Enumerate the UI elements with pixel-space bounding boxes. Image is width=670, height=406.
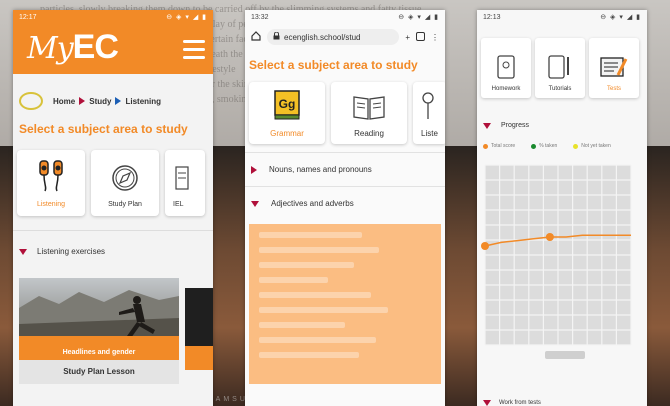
tile-homework[interactable]: Homework: [481, 38, 531, 98]
compass-icon: [110, 163, 140, 195]
phone-myec-listening: 12:17 ⊖ ◈ ▾ ◢ ▮ MyEC Home Study Listenin…: [13, 10, 213, 406]
breadcrumb: Home Study Listening: [13, 74, 213, 110]
card-label: Listening: [36, 201, 66, 208]
headphones-icon: [421, 91, 435, 123]
tablet-icon: [497, 55, 515, 81]
listening-exercises-toggle[interactable]: Listening exercises: [13, 230, 213, 264]
more-options-icon[interactable]: ⋮: [431, 33, 439, 42]
legend-taken: % taken: [531, 143, 557, 149]
video-thumbnail-next[interactable]: [185, 288, 213, 370]
progress-label: Progress: [501, 122, 530, 129]
chevron-right-icon: [79, 97, 86, 105]
card-label: IEL: [173, 201, 184, 208]
exercises-label: Listening exercises: [37, 247, 106, 256]
lesson-list-panel: [249, 224, 441, 384]
app-header: MyEC: [13, 24, 213, 74]
chart-legend: Total score % taken Not yet taken: [477, 135, 647, 157]
accordion-label: Nouns, names and pronouns: [269, 165, 372, 174]
card-label: Study Plan: [108, 201, 142, 208]
subject-card-grammar[interactable]: Gg Grammar: [249, 82, 325, 144]
bottom-label: Work from tests: [499, 400, 541, 406]
breadcrumb-listening: Listening: [125, 96, 162, 106]
data-point[interactable]: [545, 233, 554, 241]
subject-card-ielts[interactable]: IEL: [165, 150, 205, 216]
accordion-label: Adjectives and adverbs: [271, 199, 354, 208]
status-time: 12:17: [19, 13, 37, 21]
subject-cards: Gg Grammar Reading Liste: [245, 80, 445, 152]
tablet-pencil-icon: [548, 55, 572, 81]
status-time: 12:13: [483, 13, 501, 21]
progress-chart: [481, 164, 632, 359]
myec-logo[interactable]: MyEC: [27, 28, 119, 67]
subject-card-reading[interactable]: Reading: [331, 82, 407, 144]
accordion-adjectives[interactable]: Adjectives and adverbs: [245, 186, 445, 220]
new-tab-icon[interactable]: +: [405, 33, 410, 42]
study-tiles: Homework Tutorials Tests: [477, 24, 647, 104]
status-bar: 13:32 ⊖ ◈ ▾ ◢ ▮: [245, 10, 445, 24]
subject-card-listening[interactable]: Listening: [17, 150, 85, 216]
home-icon[interactable]: [251, 31, 261, 43]
accordion-nouns[interactable]: Nouns, names and pronouns: [245, 152, 445, 186]
video-thumbnail[interactable]: Headlines and gender: [19, 278, 179, 360]
grammar-book-icon: Gg: [272, 89, 302, 123]
status-icons: ⊖ ◈ ▾ ◢ ▮: [166, 14, 207, 21]
progress-toggle[interactable]: Progress: [477, 104, 647, 135]
chevron-right-icon: [251, 165, 257, 174]
test-sheet-icon: [600, 55, 628, 81]
lesson-label[interactable]: Study Plan Lesson: [19, 360, 179, 384]
section-title: Select a subject area to study: [19, 122, 188, 136]
legend-not-taken: Not yet taken: [573, 143, 611, 149]
tile-tutorials[interactable]: Tutorials: [535, 38, 585, 98]
breadcrumb-home[interactable]: Home: [53, 97, 75, 106]
lock-icon: [273, 31, 280, 42]
status-icons: ⊖ ◈ ▾ ◢ ▮: [600, 14, 641, 21]
open-book-icon: [352, 93, 386, 123]
card-label: Liste: [421, 129, 438, 138]
scroll-icon: [173, 163, 191, 195]
breadcrumb-study[interactable]: Study: [89, 97, 111, 106]
chevron-right-icon: [115, 97, 122, 105]
status-icons: ⊖ ◈ ▾ ◢ ▮: [398, 14, 439, 21]
tile-tests[interactable]: Tests: [589, 38, 639, 98]
status-bar: 12:17 ⊖ ◈ ▾ ◢ ▮: [13, 10, 213, 24]
chevron-down-icon: [251, 200, 259, 207]
status-bar: 12:13 ⊖ ◈ ▾ ◢ ▮: [477, 10, 647, 24]
tab-count-icon[interactable]: [416, 31, 425, 43]
chart-scroll-handle[interactable]: [545, 351, 585, 359]
subject-card-study-plan[interactable]: Study Plan: [91, 150, 159, 216]
section-title: Select a subject area to study: [249, 58, 418, 72]
svg-text:Gg: Gg: [279, 97, 296, 111]
url-bar[interactable]: ecenglish.school/stud: [267, 29, 400, 45]
chevron-down-icon: [19, 248, 27, 255]
ec-badge-icon: [19, 92, 43, 110]
phone-browser-grammar: 13:32 ⊖ ◈ ▾ ◢ ▮ ecenglish.school/stud + …: [245, 10, 445, 406]
legend-total: Total score: [483, 143, 515, 149]
menu-icon[interactable]: [183, 40, 205, 64]
status-time: 13:32: [251, 13, 269, 21]
video-caption: Headlines and gender: [62, 349, 136, 356]
work-from-tests-row[interactable]: Work from tests: [483, 400, 541, 406]
subject-card-listening[interactable]: Liste: [413, 82, 445, 144]
chevron-down-icon: [483, 400, 491, 406]
chevron-down-icon: [483, 122, 491, 129]
browser-toolbar: ecenglish.school/stud + ⋮: [245, 24, 445, 50]
card-label: Grammar: [270, 129, 304, 138]
headphones-icon: [37, 159, 65, 195]
tile-label: Tutorials: [548, 86, 572, 92]
url-text: ecenglish.school/stud: [284, 32, 361, 42]
card-label: Reading: [354, 129, 384, 138]
subject-cards: Listening Study Plan IEL: [13, 142, 213, 224]
data-point[interactable]: [481, 242, 489, 250]
tile-label: Homework: [491, 86, 521, 92]
tile-label: Tests: [606, 86, 621, 92]
phone-progress-tests: 12:13 ⊖ ◈ ▾ ◢ ▮ Homework Tutorials Tests…: [477, 10, 647, 406]
